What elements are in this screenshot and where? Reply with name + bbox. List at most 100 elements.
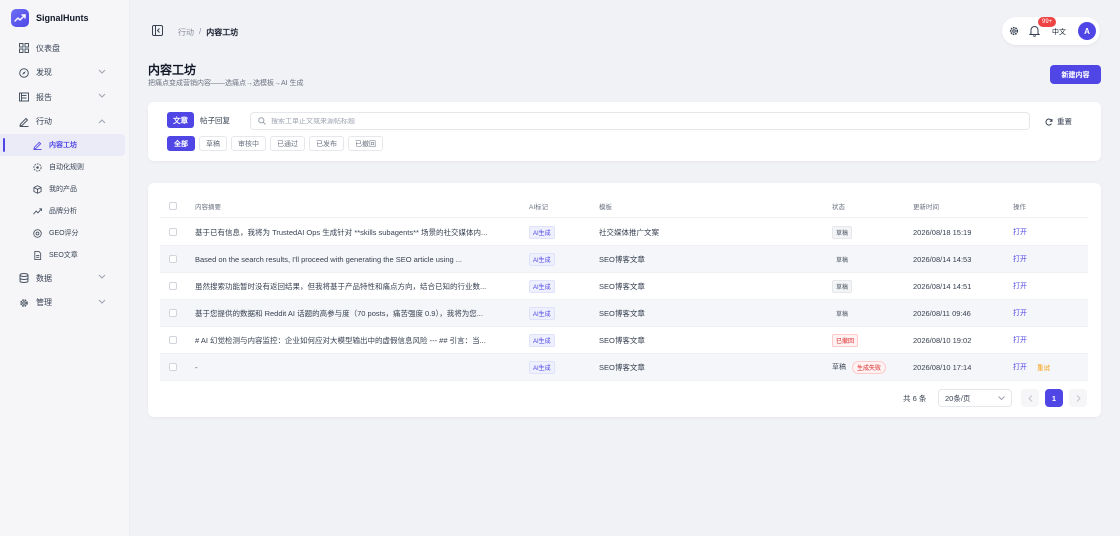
column-header: 更新时间 [913, 204, 939, 211]
open-link[interactable]: 打开 [1013, 308, 1027, 318]
row-template: SEO博客文章 [599, 308, 645, 318]
tab-post-replies[interactable]: 帖子回复 [194, 112, 236, 128]
breadcrumb: 行动 / 内容工坊 [178, 27, 238, 38]
pen-icon [18, 116, 29, 127]
language-switcher[interactable]: 中文 [1052, 27, 1066, 37]
reset-label: 重置 [1057, 117, 1072, 126]
header-actions: 99+ 中文 A [1002, 17, 1100, 45]
sidebar-item-admin[interactable]: 管理 [0, 291, 130, 316]
page-size-select[interactable]: 20条/页 [938, 389, 1012, 407]
open-link[interactable]: 打开 [1013, 254, 1027, 264]
sidebar-item-reports[interactable]: 报告 [0, 85, 130, 110]
reset-button[interactable]: 重置 [1045, 116, 1072, 127]
ai-generated-tag: AI生成 [529, 360, 555, 374]
sidebar-collapse-button[interactable] [152, 25, 163, 36]
sidebar-subitem-automation-rules[interactable]: 自动化规则 [0, 156, 130, 178]
brand[interactable]: SignalHunts [11, 9, 89, 27]
sidebar-item-data[interactable]: 数据 [0, 266, 130, 291]
source-tabs: 文章 帖子回复 [167, 112, 236, 128]
table-row[interactable]: Based on the search results, I'll procee… [160, 246, 1088, 273]
sidebar-subitem-my-products[interactable]: 我的产品 [0, 178, 130, 200]
chevron-up-icon [98, 118, 106, 124]
status-badge: 已撤回 [832, 333, 859, 347]
sidebar-subitem-label: GEO评分 [49, 230, 79, 237]
notification-bell-icon[interactable] [1029, 25, 1040, 37]
generation-failed-tag: 生成失败 [852, 360, 887, 374]
page-number-button[interactable]: 1 [1045, 389, 1063, 407]
row-checkbox[interactable] [169, 300, 177, 326]
sidebar-subitem-seo-articles[interactable]: SEO文章 [0, 244, 130, 266]
row-template: SEO博客文章 [599, 254, 645, 264]
chevron-down-icon [98, 274, 106, 280]
chip-all[interactable]: 全部 [167, 136, 195, 151]
chip-approved[interactable]: 已通过 [270, 136, 305, 151]
table-row[interactable]: 虽然搜索功能暂时没有返回结果，但我将基于产品特性和痛点方向，结合已知的行业数..… [160, 273, 1088, 300]
search-icon [258, 117, 266, 125]
sidebar-subitem-label: SEO文章 [49, 252, 78, 259]
table-row[interactable]: - AI生成 SEO博客文章 草稿 生成失败 2026/08/10 17:14 … [160, 354, 1088, 381]
chip-draft[interactable]: 草稿 [199, 136, 227, 151]
select-all-checkbox[interactable] [169, 195, 177, 217]
sidebar-subitem-label: 内容工坊 [49, 142, 77, 149]
search-input[interactable] [271, 117, 1011, 125]
new-content-button[interactable]: 新建内容 [1050, 65, 1101, 84]
database-icon [18, 273, 29, 284]
row-updated-time: 2026/08/10 19:02 [913, 335, 972, 345]
row-updated-time: 2026/08/11 09:46 [913, 308, 971, 318]
sidebar-subitem-content-workshop[interactable]: 内容工坊 [0, 134, 125, 156]
row-checkbox[interactable] [169, 219, 177, 245]
chip-reviewing[interactable]: 审核中 [231, 136, 266, 151]
sidebar-item-label: 管理 [36, 298, 52, 308]
table-row[interactable]: 基于已有信息，我将为 TrustedAI Ops 生成针对 **skills s… [160, 219, 1088, 246]
open-link[interactable]: 打开 [1013, 335, 1027, 345]
table-row[interactable]: 基于您提供的数据和 Reddit AI 话题的高参与度（70 posts，痛苦强… [160, 300, 1088, 327]
sidebar-subitem-label: 自动化规则 [49, 164, 84, 171]
box-icon [32, 184, 42, 194]
ai-generated-tag: AI生成 [529, 252, 555, 266]
refresh-icon [1045, 118, 1053, 126]
ai-generated-tag: AI生成 [529, 225, 555, 239]
row-checkbox[interactable] [169, 327, 177, 353]
app-name: SignalHunts [36, 13, 89, 23]
tab-articles[interactable]: 文章 [167, 112, 194, 128]
retry-link[interactable]: 重试 [1037, 362, 1050, 372]
open-link[interactable]: 打开 [1013, 281, 1027, 291]
sidebar-item-label: 数据 [36, 273, 52, 283]
sidebar-item-label: 发现 [36, 68, 52, 78]
filter-panel: 文章 帖子回复 重置 全部 草稿 审核中 已通过 已发布 已撤回 [148, 102, 1101, 161]
compass-icon [18, 67, 29, 78]
chip-withdrawn[interactable]: 已撤回 [348, 136, 383, 151]
prev-page-button[interactable] [1021, 389, 1039, 407]
column-header: 状态 [832, 204, 845, 211]
table-row[interactable]: # AI 幻觉检测与内容监控：企业如何应对大模型输出中的虚假信息风险 --- #… [160, 327, 1088, 354]
open-link[interactable]: 打开 [1013, 362, 1027, 372]
gear-icon [18, 297, 29, 308]
chevron-down-icon [98, 69, 106, 75]
chevron-right-icon [1076, 394, 1081, 402]
breadcrumb-item[interactable]: 行动 [178, 27, 194, 38]
row-checkbox[interactable] [169, 273, 177, 299]
column-header: AI标记 [529, 204, 549, 211]
page-title: 内容工坊 [148, 63, 197, 77]
pen-icon [32, 140, 42, 150]
sidebar-subitem-brand-analysis[interactable]: 品牌分析 [0, 200, 130, 222]
chip-published[interactable]: 已发布 [309, 136, 344, 151]
row-summary: 基于您提供的数据和 Reddit AI 话题的高参与度（70 posts，痛苦强… [195, 308, 483, 318]
chevron-down-icon [98, 93, 106, 99]
settings-gear-icon[interactable] [1009, 26, 1019, 36]
row-checkbox[interactable] [169, 246, 177, 272]
row-template: SEO博客文章 [599, 281, 645, 291]
row-checkbox[interactable] [169, 354, 177, 380]
next-page-button[interactable] [1069, 389, 1087, 407]
table-header: 内容摘要 AI标记 模板 状态 更新时间 操作 [160, 195, 1088, 218]
sidebar-item-dashboard[interactable]: 仪表盘 [0, 36, 130, 61]
sidebar-item-actions[interactable]: 行动 [0, 110, 130, 135]
dashboard-icon [18, 43, 29, 54]
sidebar-subitem-geo-score[interactable]: GEO评分 [0, 222, 130, 244]
trend-icon [32, 206, 42, 216]
sidebar-item-discover[interactable]: 发现 [0, 61, 130, 86]
avatar[interactable]: A [1078, 22, 1096, 40]
open-link[interactable]: 打开 [1013, 227, 1027, 237]
row-updated-time: 2026/08/14 14:51 [913, 281, 972, 291]
document-icon [32, 250, 42, 260]
